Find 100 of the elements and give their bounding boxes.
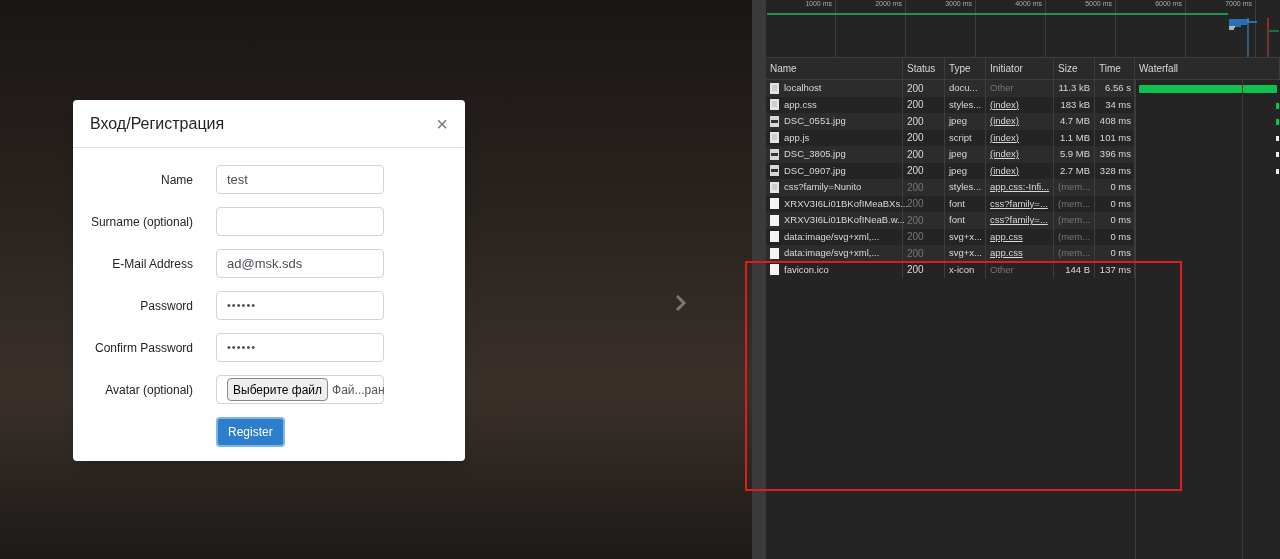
size-text: 183 kB — [1060, 97, 1090, 112]
initiator-text: Other — [990, 81, 1014, 96]
initiator-link[interactable]: (index) — [990, 147, 1020, 162]
status-code: 200 — [907, 246, 924, 261]
time-text: 34 ms — [1105, 97, 1131, 112]
request-name[interactable]: localhost — [784, 81, 822, 96]
size-text: (mem... — [1058, 180, 1091, 195]
input-field[interactable] — [216, 207, 384, 236]
request-name[interactable]: DSC_0907.jpg — [784, 163, 846, 178]
field-label: Name — [160, 171, 193, 189]
register-button[interactable]: Register — [216, 417, 285, 447]
status-code: 200 — [907, 98, 924, 113]
time-text: 101 ms — [1099, 130, 1131, 145]
time-text: 0 ms — [1110, 196, 1131, 211]
document-icon — [770, 99, 779, 111]
time-text: 408 ms — [1099, 114, 1131, 129]
type-text: x-icon — [949, 262, 975, 277]
type-text: jpeg — [949, 114, 967, 129]
status-code: 200 — [907, 114, 924, 129]
request-name[interactable]: app.css — [784, 97, 817, 112]
field-label: E-Mail Address — [111, 255, 193, 273]
column-header[interactable]: Time — [1095, 58, 1135, 79]
request-name[interactable]: data:image/svg+xml,... — [784, 246, 880, 261]
time-text: 396 ms — [1099, 147, 1131, 162]
request-name[interactable]: DSC_0551.jpg — [784, 114, 846, 129]
request-name[interactable]: DSC_3805.jpg — [784, 147, 846, 162]
initiator-link[interactable]: app.css — [990, 246, 1023, 261]
file-icon — [770, 264, 779, 276]
size-text: 144 B — [1065, 262, 1090, 277]
type-text: jpeg — [949, 147, 967, 162]
type-text: font — [949, 196, 965, 211]
time-text: 6.56 s — [1105, 81, 1131, 96]
column-header[interactable]: Type — [945, 58, 986, 79]
password-field[interactable]: •••••• — [216, 333, 384, 362]
column-header[interactable]: Initiator — [986, 58, 1054, 79]
initiator-link[interactable]: (index) — [990, 130, 1020, 145]
image-file-icon — [770, 165, 779, 177]
time-text: 137 ms — [1099, 262, 1131, 277]
type-text: script — [949, 130, 972, 145]
size-text: (mem... — [1058, 229, 1091, 244]
choose-file-button[interactable]: Выберите файл — [227, 378, 329, 401]
status-code: 200 — [907, 131, 924, 146]
initiator-text: Other — [990, 262, 1014, 277]
type-text: styles... — [949, 97, 982, 112]
size-text: 1.1 MB — [1059, 130, 1090, 145]
initiator-link[interactable]: app.css:-Infi... — [990, 180, 1050, 195]
status-code: 200 — [907, 230, 924, 245]
column-header[interactable]: Status — [903, 58, 945, 79]
initiator-link[interactable]: (index) — [990, 114, 1020, 129]
request-name[interactable]: XRXV3I6Li01BKofIMeaBXs... — [784, 196, 909, 211]
input-field[interactable]: ad@msk.sds — [216, 249, 384, 278]
file-icon — [770, 214, 779, 226]
status-code: 200 — [907, 164, 924, 179]
time-text: 0 ms — [1110, 229, 1131, 244]
file-name-text: Фай...ран — [332, 381, 385, 399]
size-text: 2.7 MB — [1059, 163, 1090, 178]
password-field[interactable]: •••••• — [216, 291, 384, 320]
request-name[interactable]: favicon.ico — [784, 262, 829, 277]
size-text: 5.9 MB — [1059, 147, 1090, 162]
time-text: 0 ms — [1110, 180, 1131, 195]
document-icon — [770, 82, 779, 94]
type-text: font — [949, 213, 965, 228]
size-text: 4.7 MB — [1059, 114, 1090, 129]
file-icon — [770, 247, 779, 259]
input-field[interactable]: test — [216, 165, 384, 194]
file-icon — [770, 231, 779, 243]
size-text: (mem... — [1058, 213, 1091, 228]
column-header[interactable]: Size — [1054, 58, 1095, 79]
time-text: 0 ms — [1110, 213, 1131, 228]
status-code: 200 — [907, 197, 924, 212]
field-label: Confirm Password — [93, 339, 193, 357]
request-name[interactable]: XRXV3I6Li01BKofINeaB.w... — [784, 213, 905, 228]
size-text: (mem... — [1058, 246, 1091, 261]
field-label: Surname (optional) — [89, 213, 193, 231]
initiator-link[interactable]: (index) — [990, 97, 1020, 112]
file-input[interactable]: Выберите файл Фай...ран — [216, 375, 384, 404]
time-text: 328 ms — [1099, 163, 1131, 178]
close-button[interactable]: × — [436, 113, 448, 134]
size-text: 11.3 kB — [1058, 81, 1090, 96]
request-name[interactable]: data:image/svg+xml,... — [784, 229, 880, 244]
field-label: Password — [139, 297, 193, 315]
column-header[interactable]: Waterfall — [1135, 58, 1280, 79]
size-text: (mem... — [1058, 196, 1091, 211]
chevron-right-icon[interactable] — [675, 295, 687, 311]
column-header[interactable]: Name — [766, 58, 903, 79]
type-text: jpeg — [949, 163, 967, 178]
status-code: 200 — [907, 81, 924, 96]
time-text: 0 ms — [1110, 246, 1131, 261]
request-name[interactable]: app.js — [784, 130, 810, 145]
status-code: 200 — [907, 180, 924, 195]
status-code: 200 — [907, 263, 924, 278]
request-name[interactable]: css?family=Nunito — [784, 180, 862, 195]
initiator-link[interactable]: (index) — [990, 163, 1020, 178]
initiator-link[interactable]: css?family=... — [990, 196, 1048, 211]
status-code: 200 — [907, 147, 924, 162]
type-text: svg+x... — [949, 229, 982, 244]
initiator-link[interactable]: css?family=... — [990, 213, 1048, 228]
initiator-link[interactable]: app.css — [990, 229, 1023, 244]
file-icon — [770, 198, 779, 210]
type-text: docu... — [949, 81, 978, 96]
